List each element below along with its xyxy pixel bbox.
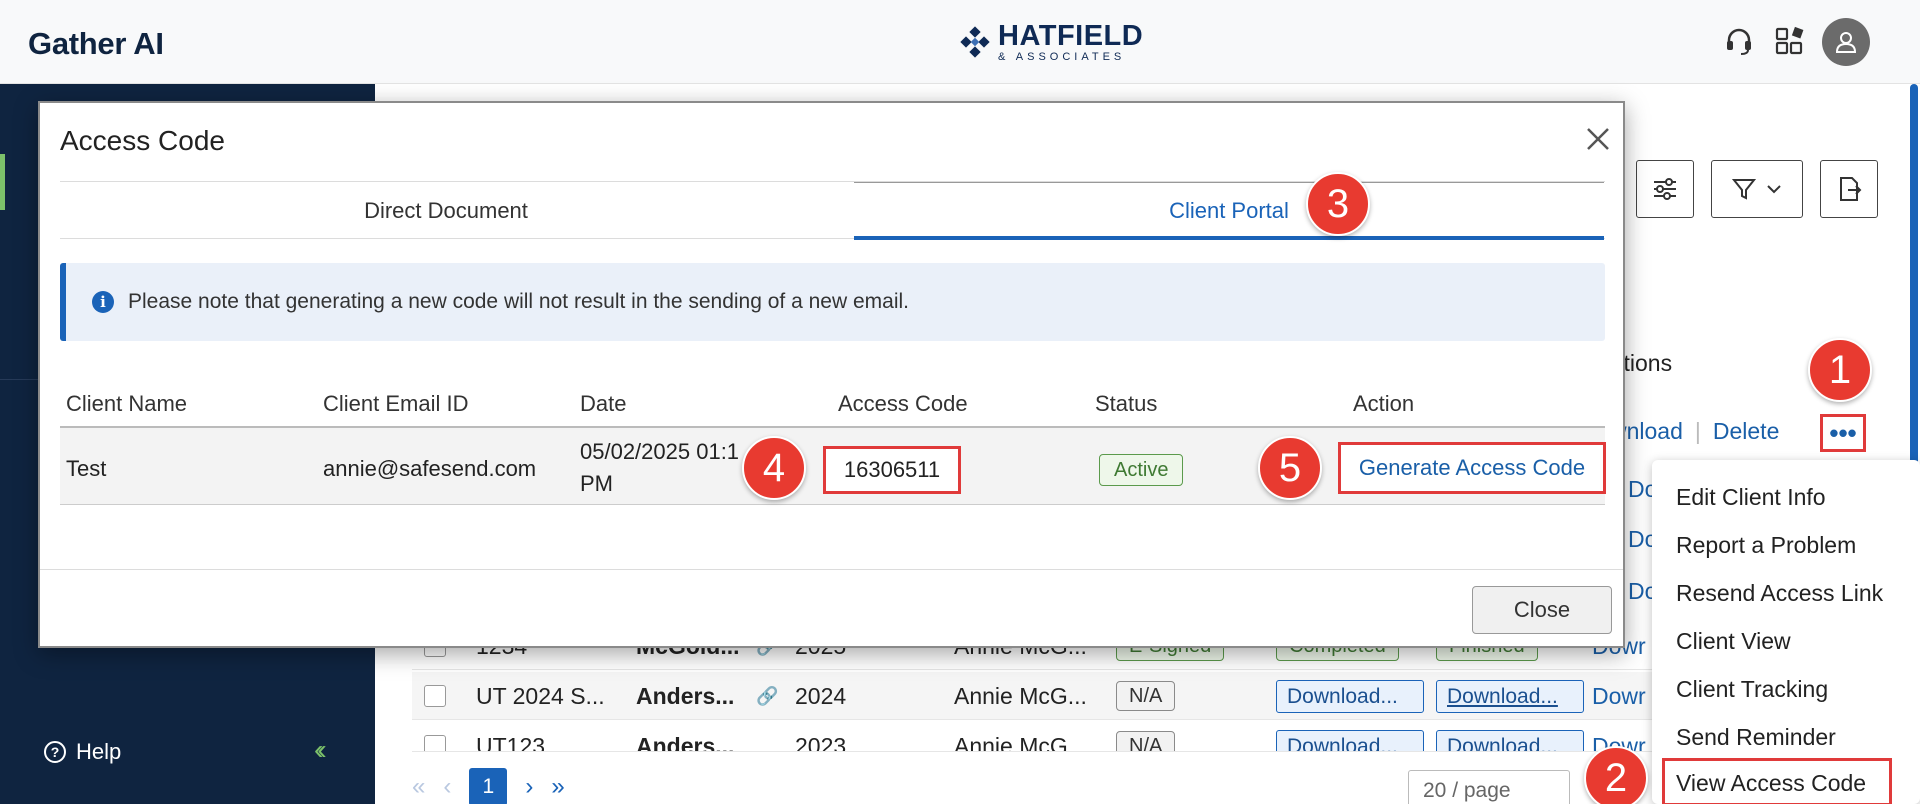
chevron-down-icon <box>1767 185 1781 194</box>
menu-item-resend-access-link[interactable]: Resend Access Link <box>1676 580 1883 607</box>
tab-top-line <box>854 182 1604 183</box>
close-button[interactable]: Close <box>1472 586 1612 634</box>
collapse-sidebar-icon[interactable]: ‹‹ <box>314 734 326 766</box>
headset-icon[interactable] <box>1722 24 1756 58</box>
help-label: Help <box>76 739 122 764</box>
download-button[interactable]: Download... <box>1276 730 1424 751</box>
logo-subtitle: & ASSOCIATES <box>998 51 1126 63</box>
client-name: Test <box>66 456 107 481</box>
app-brand[interactable]: Gather AI <box>28 26 164 62</box>
column-header-action: Action <box>1353 391 1415 416</box>
page-size-select[interactable]: 20 / page <box>1408 770 1570 804</box>
row-status-tag: N/A <box>1116 681 1176 711</box>
step-marker-2: 2 <box>1584 746 1648 804</box>
logo-name: HATFIELD <box>998 20 1144 52</box>
sliders-icon <box>1654 178 1676 200</box>
more-actions-button[interactable]: ••• <box>1820 414 1866 452</box>
help-link[interactable]: ? Help <box>44 739 121 765</box>
info-icon: i <box>92 291 114 313</box>
active-tab-indicator <box>854 236 1604 240</box>
row-checkbox[interactable] <box>424 735 446 751</box>
prev-page-button[interactable]: ‹ <box>443 773 451 801</box>
step-marker-4: 4 <box>742 436 806 500</box>
info-note-text: Please note that generating a new code w… <box>128 290 909 313</box>
row-delete-link[interactable]: Delete <box>1713 418 1779 445</box>
tab-direct-document[interactable]: Direct Document <box>60 198 832 224</box>
column-header-client-email: Client Email ID <box>323 391 469 416</box>
user-avatar[interactable] <box>1822 18 1870 66</box>
column-header-status: Status <box>1095 391 1158 416</box>
filter-icon <box>1731 179 1757 200</box>
column-header-date: Date <box>580 391 627 416</box>
row-name[interactable]: Anders... <box>636 733 734 751</box>
column-header-client-name: Client Name <box>66 391 188 416</box>
date-line-1: 05/02/2025 01:1 <box>580 439 740 464</box>
info-note: i Please note that generating a new code… <box>60 263 1605 341</box>
modal-title: Access Code <box>60 125 225 156</box>
logo-mark-icon <box>960 25 990 58</box>
row-checkbox[interactable] <box>424 685 446 707</box>
row-status-tag: N/A <box>1116 731 1176 751</box>
apps-grid-icon[interactable] <box>1772 24 1806 58</box>
step-marker-1: 1 <box>1808 338 1872 402</box>
access-code-modal: Access Code Direct Document Client Porta… <box>38 101 1625 648</box>
download-button[interactable]: Download... <box>1436 730 1584 751</box>
sidebar-active-indicator <box>0 154 5 210</box>
last-page-button[interactable]: » <box>551 773 564 801</box>
close-icon[interactable] <box>1578 119 1618 159</box>
pagination: « ‹ 1 › » <box>412 768 565 804</box>
row-client: Annie McG... <box>954 733 1087 752</box>
column-settings-button[interactable] <box>1636 160 1694 218</box>
row-year: 2023 <box>795 733 847 752</box>
row-year: 2024 <box>795 683 847 709</box>
next-page-button[interactable]: › <box>525 773 533 801</box>
menu-item-client-view[interactable]: Client View <box>1676 628 1791 655</box>
row-id: UT 2024 S... <box>476 683 605 709</box>
download-button[interactable]: Download... <box>1436 680 1584 713</box>
generate-access-code-button[interactable]: Generate Access Code <box>1338 442 1606 494</box>
row-id: UT123 <box>476 733 546 752</box>
client-email: annie@safesend.com <box>323 456 537 481</box>
step-marker-3: 3 <box>1306 172 1370 236</box>
menu-item-report-problem[interactable]: Report a Problem <box>1676 532 1856 559</box>
tab-client-portal[interactable]: Client Portal <box>854 198 1604 224</box>
app-header: Gather AI HATFIELD & ASSOCIATES <box>0 0 1920 84</box>
row-actions-separator: | <box>1694 418 1701 444</box>
step-marker-5: 5 <box>1258 436 1322 500</box>
row-actions: wnload | Delete <box>1610 418 1779 445</box>
modal-footer-divider <box>40 569 1623 570</box>
user-icon <box>1835 32 1857 53</box>
page-1-button[interactable]: 1 <box>469 768 508 804</box>
menu-item-view-access-code[interactable]: View Access Code <box>1676 770 1866 797</box>
table-row[interactable]: UT123 Anders... 2023 Annie McG... N/A Do… <box>412 722 1652 752</box>
export-button[interactable] <box>1820 160 1878 218</box>
row-name[interactable]: Anders... <box>636 683 734 710</box>
download-button[interactable]: Download... <box>1276 680 1424 713</box>
export-icon <box>1840 177 1862 201</box>
first-page-button[interactable]: « <box>412 773 425 801</box>
help-icon: ? <box>44 741 66 763</box>
column-header-access-code: Access Code <box>838 391 968 416</box>
row-client: Annie McG... <box>954 683 1087 709</box>
menu-item-client-tracking[interactable]: Client Tracking <box>1676 676 1828 703</box>
date-line-2: PM <box>580 471 613 496</box>
filter-button[interactable] <box>1711 160 1803 218</box>
modal-tabs: Direct Document Client Portal <box>60 181 1605 240</box>
status-badge: Active <box>1099 454 1184 486</box>
access-code-value[interactable]: 16306511 <box>823 446 961 494</box>
more-actions-menu: Edit Client Info Report a Problem Resend… <box>1652 460 1920 804</box>
menu-item-send-reminder[interactable]: Send Reminder <box>1676 724 1836 751</box>
menu-item-edit-client-info[interactable]: Edit Client Info <box>1676 484 1826 511</box>
link-icon[interactable]: 🔗 <box>756 686 778 707</box>
table-row[interactable]: UT 2024 S... Anders... 🔗 2024 Annie McG.… <box>412 672 1652 720</box>
row-download-partial[interactable]: Dowr <box>1592 683 1646 710</box>
company-logo: HATFIELD & ASSOCIATES <box>958 22 1143 63</box>
